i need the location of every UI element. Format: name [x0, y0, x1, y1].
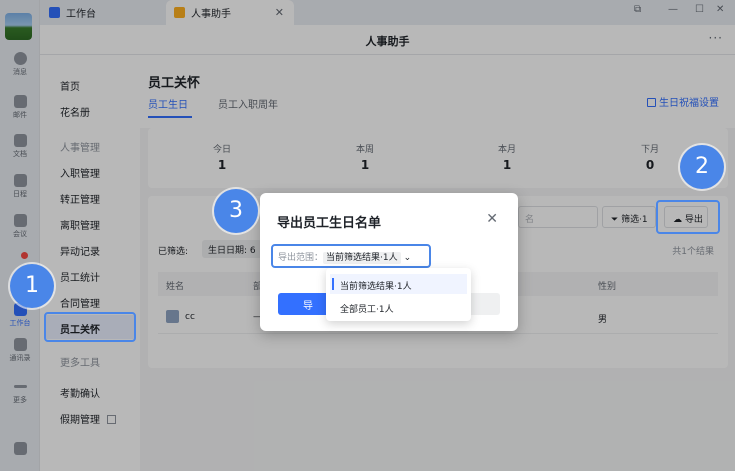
scope-label: 导出范围：: [278, 253, 324, 263]
callout-3: 3: [214, 189, 258, 233]
callout-2: 2: [680, 145, 724, 189]
option-all-employees[interactable]: 全部员工·1人: [330, 297, 467, 317]
highlight-nav-care: [44, 312, 136, 342]
callout-1: 1: [10, 264, 54, 308]
dialog-title: 导出员工生日名单: [277, 216, 382, 231]
chevron-down-icon: ⌄: [403, 253, 412, 263]
highlight-export: [656, 200, 720, 234]
export-scope-select[interactable]: 导出范围： 当前筛选结果·1人 ⌄: [271, 244, 431, 268]
scope-value: 当前筛选结果·1人: [323, 252, 401, 264]
close-icon[interactable]: ✕: [486, 211, 498, 227]
scope-dropdown: 当前筛选结果·1人 全部员工·1人: [326, 268, 471, 321]
option-current-filter[interactable]: 当前筛选结果·1人: [330, 274, 467, 294]
